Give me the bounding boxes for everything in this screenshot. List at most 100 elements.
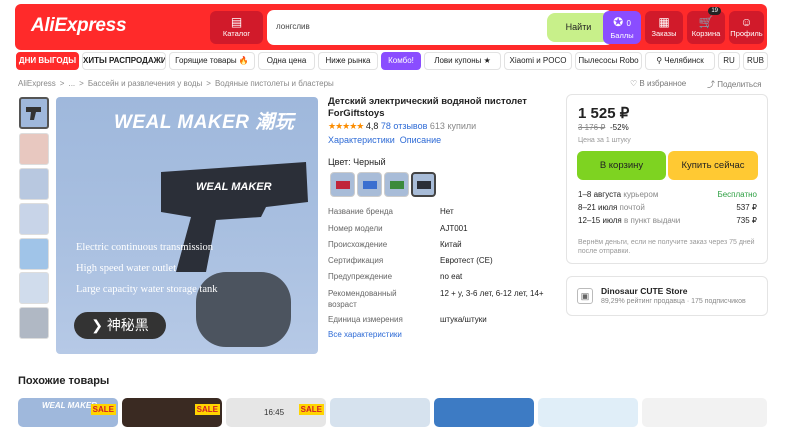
nav-chip-xiaomi[interactable]: Xiaomi и POCO xyxy=(504,52,572,70)
box-icon: ▦ xyxy=(658,15,670,29)
nav-chip-one-price[interactable]: Одна цена xyxy=(258,52,315,70)
nav-chip-hot[interactable]: Горящие товары 🔥 xyxy=(169,52,255,70)
points-icon: ✪ 0 xyxy=(613,15,631,29)
location-selector[interactable]: ⚲ Челябинск xyxy=(645,52,715,70)
spec-label: Название бренда xyxy=(328,207,393,216)
spec-value: 12 + y, 3-6 лет, 6-12 лет, 14+ xyxy=(440,289,544,298)
delivery-price-2: 537 ₽ xyxy=(736,203,757,212)
nav-chip-deals[interactable]: ДНИ ВЫГОДЫ xyxy=(16,52,79,70)
main-product-image[interactable]: WEAL MAKER 潮玩 WEAL MAKER Electric contin… xyxy=(56,97,318,354)
similar-product-6[interactable] xyxy=(538,398,638,427)
spec-label: Рекомендованный возраст xyxy=(328,289,397,309)
nav-chip-vacuums[interactable]: Пылесосы Robo xyxy=(575,52,642,70)
color-swatch-green[interactable] xyxy=(384,172,409,197)
tab-specs[interactable]: Характеристики xyxy=(328,135,395,145)
thumbnail-6[interactable] xyxy=(19,272,49,304)
rating-row: ★★★★★ 4,8 78 отзывов 613 купили xyxy=(328,121,476,132)
share-icon: ⤴ xyxy=(707,80,718,89)
store-icon: ▣ xyxy=(577,288,593,304)
feature-1: Electric continuous transmission xyxy=(76,242,214,253)
sale-badge: SALE xyxy=(194,404,220,415)
feature-2: High speed water outlet xyxy=(76,263,177,274)
tab-description[interactable]: Описание xyxy=(400,135,441,145)
color-badge: ❯ 神秘黑 xyxy=(74,312,166,339)
add-to-favorites[interactable]: ♡ В избранное xyxy=(630,79,686,88)
points-button[interactable]: ✪ 0 Баллы xyxy=(603,11,641,44)
product-tabs: Характеристики Описание xyxy=(328,135,441,145)
add-to-cart-button[interactable]: В корзину xyxy=(577,151,666,180)
breadcrumb-home[interactable]: AliExpress xyxy=(18,79,56,88)
similar-product-5[interactable] xyxy=(434,398,534,427)
similar-product-phone-time: 16:45 xyxy=(264,408,285,417)
store-rating: 89,29% рейтинг продавца · 175 подписчико… xyxy=(601,298,746,305)
reviews-link[interactable]: 78 отзывов xyxy=(381,121,428,131)
color-swatch-black[interactable] xyxy=(411,172,436,197)
thumbnail-3[interactable] xyxy=(19,168,49,200)
similar-product-4[interactable] xyxy=(330,398,430,427)
delivery-option-1[interactable]: 1–8 августа курьером xyxy=(578,190,658,199)
breadcrumb-water-guns[interactable]: Водяные пистолеты и бластеры xyxy=(215,79,334,88)
return-note: Вернём деньги, если не получите заказ че… xyxy=(578,239,755,255)
spec-value: no eat xyxy=(440,272,463,281)
spec-value: штука/штуки xyxy=(440,315,487,324)
breadcrumb-pool[interactable]: Бассейн и развлечения у воды xyxy=(88,79,202,88)
price-box: 1 525 ₽ 3 176 ₽ -52% Цена за 1 штуку В к… xyxy=(566,94,768,264)
thumbnail-7[interactable] xyxy=(19,307,49,339)
similar-product-2[interactable]: SALE xyxy=(122,398,222,427)
catalog-button[interactable]: ▤ Каталог xyxy=(210,11,263,44)
cart-button[interactable]: 19 🛒 Корзина xyxy=(687,7,725,44)
aliexpress-logo[interactable]: AliExpress xyxy=(31,15,127,37)
rating-value: 4,8 xyxy=(365,121,379,131)
spec-label: Сертификация xyxy=(328,256,384,265)
catalog-icon: ▤ xyxy=(230,15,243,29)
similar-products-title: Похожие товары xyxy=(18,375,110,387)
similar-product-brand: WEAL MAKER xyxy=(42,401,97,410)
store-card[interactable]: ▣ Dinosaur CUTE Store 89,29% рейтинг про… xyxy=(566,276,768,316)
old-price: 3 176 ₽ xyxy=(578,123,606,132)
spec-value: Китай xyxy=(440,240,462,249)
spec-value: Нет xyxy=(440,207,454,216)
nav-chip-below-market[interactable]: Ниже рынка xyxy=(318,52,378,70)
bought-count: 613 купили xyxy=(429,121,477,131)
spec-label: Единица измерения xyxy=(328,315,403,324)
color-swatch-red[interactable] xyxy=(330,172,355,197)
currency-selector[interactable]: RUB xyxy=(743,52,768,70)
spec-value: Евротест (CE) xyxy=(440,256,493,265)
similar-product-7[interactable] xyxy=(642,398,767,427)
delivery-option-2[interactable]: 8–21 июля почтой xyxy=(578,203,645,212)
all-specs-link[interactable]: Все характеристики xyxy=(328,330,402,339)
language-selector[interactable]: RU xyxy=(718,52,740,70)
search-button[interactable]: Найти xyxy=(547,13,610,42)
thumbnail-2[interactable] xyxy=(19,133,49,165)
svg-text:WEAL MAKER: WEAL MAKER xyxy=(196,181,272,193)
thumbnail-4[interactable] xyxy=(19,203,49,235)
breadcrumb-more[interactable]: ... xyxy=(68,79,75,88)
color-swatch-blue[interactable] xyxy=(357,172,382,197)
search-input[interactable]: лонгслив xyxy=(276,22,310,31)
feature-3: Large capacity water storage tank xyxy=(76,284,218,295)
nav-chip-coupons[interactable]: Лови купоны ★ xyxy=(424,52,501,70)
delivery-price-1: Бесплатно xyxy=(717,190,757,199)
image-brand-text: WEAL MAKER 潮玩 xyxy=(114,112,295,133)
thumbnail-1[interactable] xyxy=(19,97,49,129)
orders-button[interactable]: ▦ Заказы xyxy=(645,11,683,44)
similar-product-3[interactable]: 16:45 SALE xyxy=(226,398,326,427)
thumbnail-5[interactable] xyxy=(19,238,49,270)
spec-label: Происхождение xyxy=(328,240,388,249)
profile-button[interactable]: ☺ Профиль xyxy=(729,11,764,44)
delivery-price-3: 735 ₽ xyxy=(736,216,757,225)
nav-chip-combo[interactable]: Комбо! xyxy=(381,52,421,70)
price-note: Цена за 1 штуку xyxy=(578,137,631,144)
search-bar: лонгслив Найти xyxy=(267,10,613,45)
spec-value: AJT001 xyxy=(440,224,468,233)
current-price: 1 525 ₽ xyxy=(578,105,630,122)
sale-badge: SALE xyxy=(298,404,324,415)
nav-chip-hits[interactable]: ХИТЫ РАСПРОДАЖИ xyxy=(82,52,166,70)
share-button[interactable]: ⤴ Поделиться xyxy=(707,79,761,90)
cart-icon: 🛒 xyxy=(698,15,714,29)
similar-product-1[interactable]: WEAL MAKER SALE xyxy=(18,398,118,427)
delivery-option-3[interactable]: 12–15 июля в пункт выдачи xyxy=(578,216,680,225)
spec-label: Номер модели xyxy=(328,224,383,233)
buy-now-button[interactable]: Купить сейчас xyxy=(668,151,758,180)
store-name[interactable]: Dinosaur CUTE Store xyxy=(601,286,687,296)
